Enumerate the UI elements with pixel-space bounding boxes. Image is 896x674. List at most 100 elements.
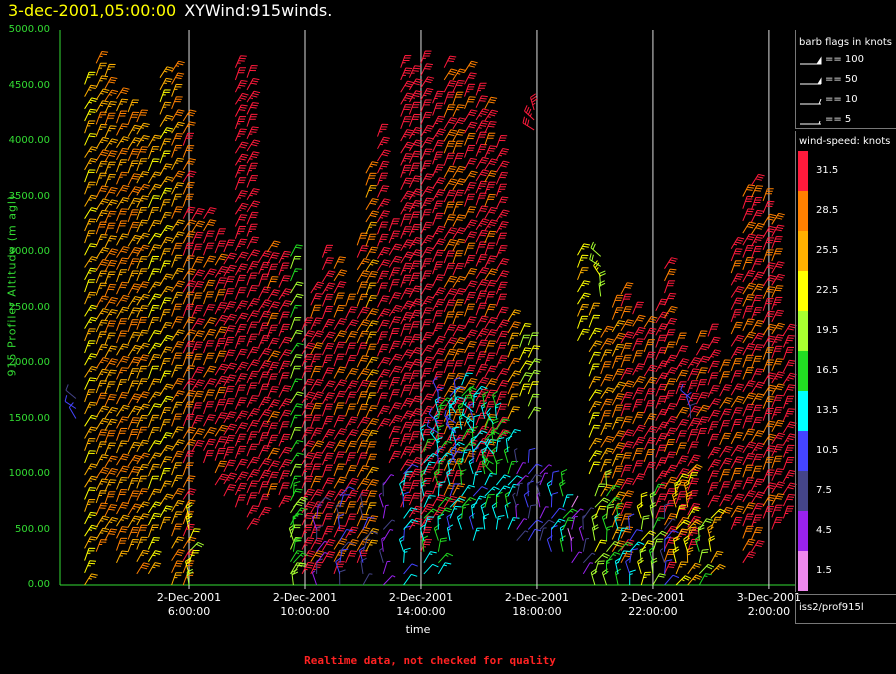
wind-barb [464,352,476,366]
wind-barb [345,403,357,417]
wind-barb [742,525,754,539]
wind-barb [611,478,625,491]
wind-barb [278,433,291,447]
speed-legend: wind-speed: knots 31.5 28.5 25.5 22.5 19.5 16… [795,131,896,592]
wind-barb [771,358,784,371]
wind-barb [507,370,522,383]
speed-swatch [798,271,808,311]
wind-barb [730,334,745,347]
wind-barb [116,184,130,197]
wind-barb [310,281,325,294]
barb-legend-row: == 5 [799,114,895,128]
wind-barb [377,357,391,369]
wind-barb [214,326,228,339]
wind-barb [278,495,292,508]
barb-symbol-pennant [800,56,822,65]
wind-barb [95,441,107,455]
wind-barb [234,238,248,252]
wind-barb [495,368,510,380]
wind-barb [495,270,510,283]
wind-barb [484,268,499,281]
wind-barb [104,173,116,187]
wind-barb [437,513,445,530]
wind-barb [742,282,757,295]
speed-label: 31.5 [816,165,839,176]
wind-barb [495,245,508,258]
wind-barb [321,464,334,478]
wind-barb [333,402,345,416]
wind-barb [234,445,247,459]
wind-barb [159,89,171,103]
wind-barb [147,134,161,147]
wind-barb [290,293,304,306]
wind-barb [408,444,422,457]
wind-barb [452,238,466,252]
wind-barb [171,316,184,329]
wind-barb [446,524,454,541]
wind-barb [290,255,302,269]
wind-barb [136,488,149,501]
wind-barb [191,330,205,343]
wind-barb [432,115,445,128]
wind-barb [730,273,744,286]
wind-barb [234,373,248,386]
wind-barb [116,197,130,209]
wind-barb [527,474,542,486]
wind-barb [464,60,478,73]
wind-barb [475,143,488,157]
wind-barb [707,323,719,337]
wind-barb [719,432,732,446]
wind-barb [432,335,446,348]
wind-barb [345,354,357,368]
wind-barb [203,317,217,329]
wind-barb [420,148,433,162]
wind-barb [730,321,743,335]
wind-barb [751,332,765,345]
wind-barb [191,269,206,282]
wind-barb [443,288,458,300]
wind-barb [388,243,403,256]
wind-barb [464,341,477,354]
wind-barb [116,98,129,112]
wind-barb [730,419,742,432]
y-tick-label: 4500.00 [8,79,50,91]
wind-barb [246,395,259,408]
wind-barb [136,329,149,343]
wind-barb [751,209,764,223]
wind-barb [95,172,107,186]
wind-barb [127,368,139,381]
wind-barb [400,67,413,81]
wind-barb [116,416,129,429]
wind-barb [707,360,720,374]
wind-barb [84,463,98,476]
wind-barb [191,256,205,269]
wind-barb [116,281,129,295]
wind-barb [408,211,421,225]
barb-symbol-half [800,120,821,125]
wind-barb [365,172,377,186]
wind-barb [782,408,795,421]
wind-barb [475,218,490,231]
wind-barb [159,432,173,445]
wind-barb [159,127,174,140]
wind-barb [469,512,475,530]
wind-barb [278,288,293,300]
wind-barb [356,293,369,307]
wind-barb [321,244,334,258]
wind-barb [95,221,107,235]
wind-barb [742,367,754,380]
wind-barb [408,113,421,127]
speed-swatch [798,191,808,231]
wind-barb [464,268,478,281]
wind-barb [388,389,400,403]
wind-barb [84,366,98,378]
wind-barb [246,78,260,91]
wind-barb [452,117,467,130]
wind-barb [203,268,217,281]
wind-barb [333,476,347,489]
wind-barb [437,537,448,552]
y-tick-label: 500.00 [15,523,50,535]
wind-barb [95,149,110,162]
wind-barb [234,300,249,313]
wind-barb [377,221,389,235]
